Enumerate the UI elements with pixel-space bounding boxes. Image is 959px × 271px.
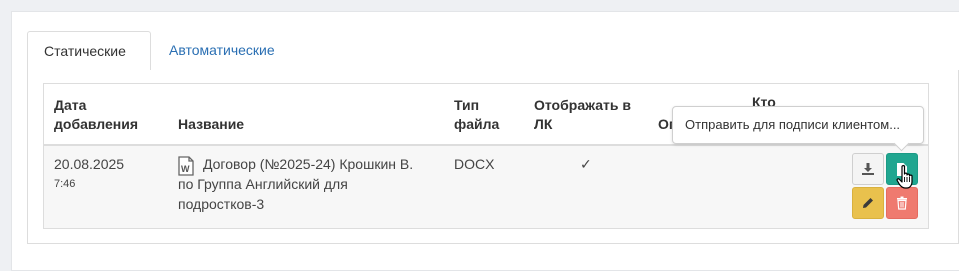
row-show-in-lk-check: ✓ bbox=[580, 156, 592, 172]
tooltip: Отправить для подписи клиентом... bbox=[672, 106, 924, 144]
header-type-line1: Тип bbox=[454, 97, 480, 113]
hand-pointer-icon bbox=[896, 164, 918, 195]
header-show-line2: ЛК bbox=[534, 116, 553, 132]
header-type-line2: файла bbox=[454, 116, 500, 132]
row-name-line3: подростков-3 bbox=[178, 196, 265, 212]
row-type: DOCX bbox=[454, 156, 495, 172]
trash-icon bbox=[897, 196, 907, 210]
tab-automatic[interactable]: Автоматические bbox=[153, 31, 291, 70]
header-date: Дата добавления bbox=[54, 96, 138, 134]
header-show-line1: Отображать в bbox=[534, 97, 631, 113]
download-icon bbox=[862, 163, 874, 175]
edit-button[interactable] bbox=[852, 187, 884, 219]
header-type: Тип файла bbox=[454, 96, 499, 134]
row-date: 20.08.2025 bbox=[54, 156, 125, 172]
header-date-line1: Дата bbox=[54, 97, 87, 113]
tabs-bar: Статические Автоматические bbox=[27, 31, 959, 71]
header-date-line2: добавления bbox=[54, 116, 139, 132]
documents-table: Дата добавления Название Тип файла Отобр… bbox=[43, 83, 929, 229]
header-show-in-lk: Отображать в ЛК bbox=[534, 96, 631, 134]
download-button[interactable] bbox=[852, 153, 884, 185]
header-name: Название bbox=[178, 116, 245, 132]
row-time: 7:46 bbox=[54, 178, 76, 190]
word-file-icon: W bbox=[178, 156, 194, 176]
row-name: W Договор (№2025-24) Крошкин В. по Групп… bbox=[178, 154, 438, 214]
tab-static[interactable]: Статические bbox=[27, 31, 151, 71]
row-name-line2: по Группа Английский для bbox=[178, 176, 348, 192]
svg-text:W: W bbox=[181, 164, 190, 174]
row-name-line1[interactable]: Договор (№2025-24) Крошкин В. bbox=[178, 154, 438, 174]
pencil-icon bbox=[863, 198, 873, 208]
table-row: 20.08.2025 7:46 W Договор (№2025-24) Кро… bbox=[44, 146, 928, 228]
